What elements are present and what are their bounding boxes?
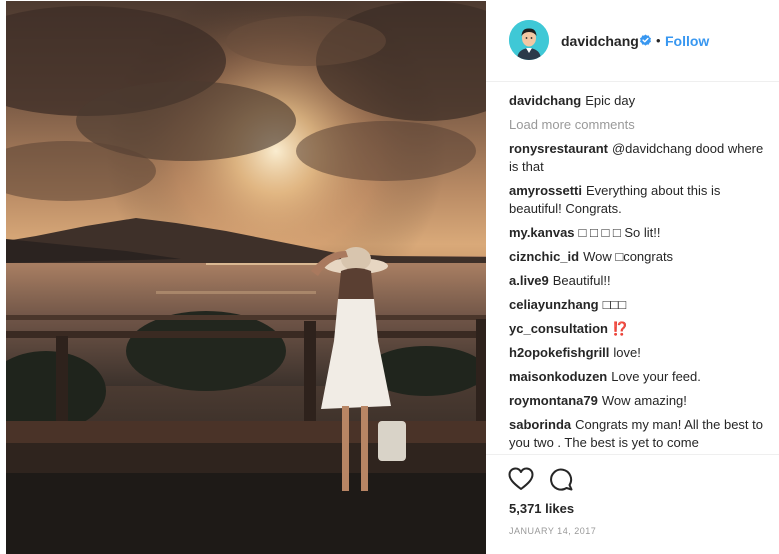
comment-item: a.live9 Beautiful!! xyxy=(509,272,771,290)
comment-username[interactable]: saborinda xyxy=(509,417,571,432)
caption-username[interactable]: davidchang xyxy=(509,93,581,108)
comment-username[interactable]: maisonkoduzen xyxy=(509,369,607,384)
instagram-post: davidchang • Follow davidchang Epic day L… xyxy=(0,0,779,554)
comment-text: □ □ □ □ So lit!! xyxy=(578,225,661,240)
post-header: davidchang • Follow xyxy=(486,0,779,82)
post-caption: davidchang Epic day xyxy=(509,92,771,110)
separator-dot: • xyxy=(656,33,661,48)
comment-username[interactable]: celiayunzhang xyxy=(509,297,599,312)
comment-username[interactable]: roymontana79 xyxy=(509,393,598,408)
comment-item: ronysrestaurant @davidchang dood where is… xyxy=(509,140,771,176)
load-more-comments-link[interactable]: Load more comments xyxy=(509,116,771,134)
comment-item: ciznchic_id Wow □congrats xyxy=(509,248,771,266)
comment-item: celiayunzhang □□□ xyxy=(509,296,771,314)
post-photo[interactable] xyxy=(6,1,486,554)
comment-text: ⁉️ xyxy=(611,321,629,336)
comment-text: Wow amazing! xyxy=(601,393,687,408)
author-username[interactable]: davidchang xyxy=(561,33,639,49)
post-date[interactable]: JANUARY 14, 2017 xyxy=(509,526,596,536)
avatar[interactable] xyxy=(509,20,549,60)
comment-username[interactable]: ronysrestaurant xyxy=(509,141,608,156)
verified-badge-icon xyxy=(640,34,651,46)
heart-icon[interactable] xyxy=(508,467,534,491)
caption-text: Epic day xyxy=(585,93,636,108)
comment-text: Beautiful!! xyxy=(552,273,611,288)
post-side-panel: davidchang • Follow davidchang Epic day L… xyxy=(486,0,779,554)
comment-item: saborinda Congrats my man! All the best t… xyxy=(509,416,771,452)
likes-count[interactable]: 5,371 likes xyxy=(509,501,574,516)
comment-item: roymontana79 Wow amazing! xyxy=(509,392,771,410)
comment-item: h2opokefishgrill love! xyxy=(509,344,771,362)
comment-item: yc_consultation ⁉️ xyxy=(509,320,771,338)
comment-username[interactable]: yc_consultation xyxy=(509,321,608,336)
comment-text: □□□ xyxy=(602,297,627,312)
comment-text: Wow □congrats xyxy=(583,249,674,264)
comment-text: love! xyxy=(613,345,641,360)
comment-username[interactable]: a.live9 xyxy=(509,273,549,288)
follow-button[interactable]: Follow xyxy=(665,33,709,49)
post-actions: 5,371 likes JANUARY 14, 2017 xyxy=(486,454,779,554)
comment-username[interactable]: my.kanvas xyxy=(509,225,575,240)
comment-username[interactable]: ciznchic_id xyxy=(509,249,579,264)
comment-bubble-icon[interactable] xyxy=(549,467,573,491)
comment-text: Love your feed. xyxy=(611,369,701,384)
comment-item: my.kanvas □ □ □ □ So lit!! xyxy=(509,224,771,242)
comment-username[interactable]: amyrossetti xyxy=(509,183,582,198)
comments-list: davidchang Epic day Load more comments ro… xyxy=(509,92,771,458)
comment-item: maisonkoduzen Love your feed. xyxy=(509,368,771,386)
comment-username[interactable]: h2opokefishgrill xyxy=(509,345,609,360)
sunset-scene-image xyxy=(6,1,486,554)
comment-item: amyrossetti Everything about this is beau… xyxy=(509,182,771,218)
avatar-illustration-icon xyxy=(509,20,549,60)
